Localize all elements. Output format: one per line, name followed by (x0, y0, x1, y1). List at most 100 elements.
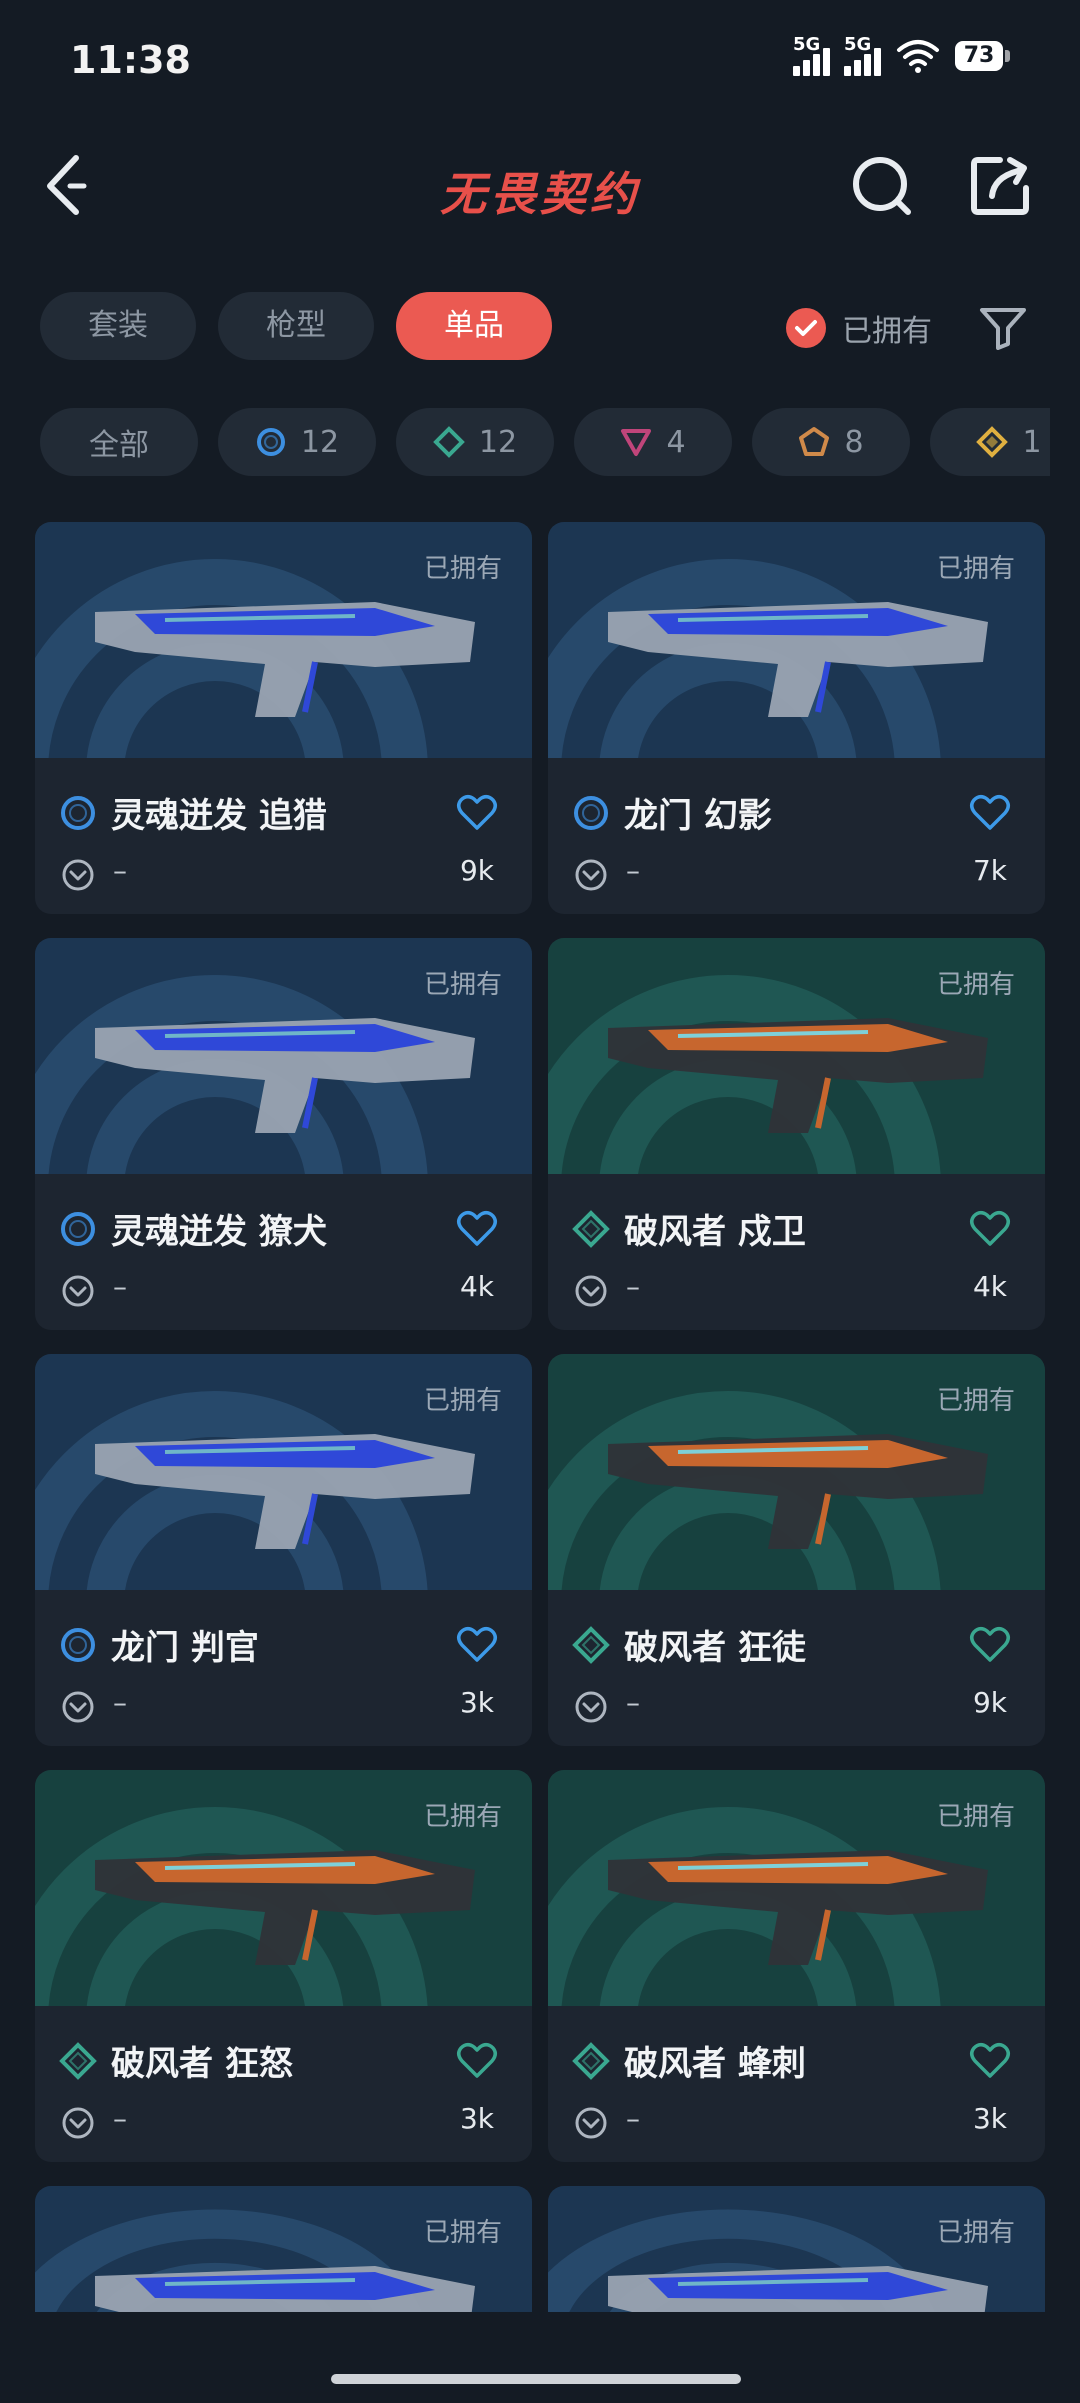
item-image-area: 已拥有 (548, 522, 1045, 758)
circle-tier-icon (574, 796, 608, 830)
favorite-heart-icon[interactable] (969, 1624, 1011, 1664)
favorite-heart-icon[interactable] (969, 792, 1011, 832)
circle-tier-icon (61, 1628, 95, 1662)
category-tabs: 套装 枪型 单品 (40, 292, 552, 360)
page-title: 无畏契约 (440, 167, 640, 221)
item-name: 灵魂迸发 獠犬 (111, 1212, 327, 1252)
owned-label: 已拥有 (936, 2218, 1015, 2248)
chip-all[interactable]: 全部 (40, 408, 198, 476)
item-card[interactable]: 已拥有 龙门 判官 – 3k (35, 1354, 532, 1746)
chevron-badge-icon (62, 859, 94, 891)
item-card[interactable]: 已拥有 龙门 幻影 – 7k (548, 522, 1045, 914)
item-detail: – (113, 854, 127, 887)
circle-tier-icon (61, 796, 95, 830)
item-card[interactable]: 已拥有 破风者 狂徒 – 9k (548, 1354, 1045, 1746)
item-card[interactable]: 已拥有 破风者 戍卫 – 4k (548, 938, 1045, 1330)
item-detail: – (113, 1686, 127, 1719)
favorite-heart-icon[interactable] (456, 2040, 498, 2080)
item-detail: – (113, 1270, 127, 1303)
item-name: 破风者 戍卫 (624, 1212, 806, 1252)
share-icon[interactable] (966, 150, 1036, 220)
item-info: 龙门 判官 – 3k (35, 1590, 532, 1746)
item-info: 破风者 戍卫 – 4k (548, 1174, 1045, 1330)
chevron-badge-icon (575, 859, 607, 891)
owned-label: 已拥有 (423, 970, 502, 1000)
item-info: 灵魂迸发 追猎 – 9k (35, 758, 532, 914)
item-grid: 已拥有 灵魂迸发 追猎 – 9k 已拥有 龙门 幻影 – 7k 已拥有 灵魂迸发… (35, 522, 1045, 2336)
home-indicator[interactable] (331, 2374, 741, 2384)
favorite-heart-icon[interactable] (456, 792, 498, 832)
item-image-area: 已拥有 (35, 522, 532, 758)
chip-tier-blue[interactable]: 12 (218, 408, 376, 476)
item-info: 破风者 蜂刺 – 3k (548, 2006, 1045, 2162)
signal-icon: 5G (793, 34, 830, 76)
wifi-icon (897, 40, 939, 73)
battery-icon: 73 (955, 41, 1010, 71)
app-header: 无畏契约 (0, 120, 1080, 250)
favorite-heart-icon[interactable] (969, 2040, 1011, 2080)
item-name: 破风者 狂怒 (111, 2044, 293, 2084)
owned-filter-label: 已拥有 (842, 314, 932, 349)
like-count: 7k (972, 854, 1007, 887)
chevron-badge-icon (62, 2107, 94, 2139)
item-name: 破风者 狂徒 (624, 1628, 806, 1668)
item-card[interactable]: 已拥有 灵魂迸发 追猎 – 9k (35, 522, 532, 914)
like-count: 4k (972, 1270, 1007, 1303)
item-image-area: 已拥有 (35, 938, 532, 1174)
chip-tier-orange[interactable]: 8 (752, 408, 910, 476)
chevron-badge-icon (575, 1275, 607, 1307)
diamond-tier-icon (572, 2042, 610, 2080)
pentagon-tier-icon (799, 427, 830, 456)
like-count: 9k (459, 854, 494, 887)
like-count: 9k (972, 1686, 1007, 1719)
like-count: 3k (972, 2102, 1007, 2135)
like-count: 3k (459, 2102, 494, 2135)
favorite-heart-icon[interactable] (456, 1624, 498, 1664)
filter-icon[interactable] (978, 306, 1028, 350)
item-image-area: 已拥有 (35, 1354, 532, 1590)
diamond-tier-icon (59, 2042, 97, 2080)
item-detail: – (626, 1686, 640, 1719)
item-info: 灵魂迸发 獠犬 – 4k (35, 1174, 532, 1330)
chevron-badge-icon (62, 1275, 94, 1307)
search-icon[interactable] (848, 150, 918, 220)
owned-label: 已拥有 (936, 1386, 1015, 1416)
chip-tier-pink[interactable]: 4 (574, 408, 732, 476)
owned-label: 已拥有 (423, 2218, 502, 2248)
chevron-badge-icon (575, 2107, 607, 2139)
item-name: 龙门 幻影 (624, 796, 772, 836)
circle-tier-icon (256, 428, 285, 456)
item-info: 龙门 幻影 – 7k (548, 758, 1045, 914)
item-image-area: 已拥有 (548, 1770, 1045, 2006)
item-card[interactable]: 已拥有 破风者 蜂刺 – 3k (548, 1770, 1045, 2162)
status-bar: 11:38 5G 5G 73 (0, 0, 1080, 120)
item-detail: – (626, 1270, 640, 1303)
favorite-heart-icon[interactable] (969, 1208, 1011, 1248)
chip-tier-gold[interactable]: 1 (930, 408, 1050, 476)
owned-filter-toggle[interactable]: 已拥有 (786, 306, 932, 350)
item-detail: – (113, 2102, 127, 2135)
item-image-area: 已拥有 (548, 938, 1045, 1174)
gold-diamond-tier-icon (976, 426, 1009, 458)
diamond-tier-icon (572, 1210, 610, 1248)
tab-weapon-type[interactable]: 枪型 (218, 292, 374, 360)
bottom-safe-area (0, 2312, 1080, 2403)
chip-tier-green[interactable]: 12 (396, 408, 554, 476)
like-count: 4k (459, 1270, 494, 1303)
tab-bundle[interactable]: 套装 (40, 292, 196, 360)
owned-label: 已拥有 (936, 1802, 1015, 1832)
rarity-chips: 全部 12 12 4 8 1 (40, 408, 1050, 476)
owned-label: 已拥有 (423, 1386, 502, 1416)
signal-icon: 5G (844, 34, 881, 76)
favorite-heart-icon[interactable] (456, 1208, 498, 1248)
item-card[interactable]: 已拥有 灵魂迸发 獠犬 – 4k (35, 938, 532, 1330)
owned-label: 已拥有 (936, 554, 1015, 584)
triangle-tier-icon (621, 429, 652, 456)
item-card[interactable]: 已拥有 破风者 狂怒 – 3k (35, 1770, 532, 2162)
item-name: 龙门 判官 (111, 1628, 259, 1668)
chevron-badge-icon (62, 1691, 94, 1723)
tab-single-item[interactable]: 单品 (396, 292, 552, 360)
diamond-tier-icon (572, 1626, 610, 1664)
owned-label: 已拥有 (936, 970, 1015, 1000)
item-name: 破风者 蜂刺 (624, 2044, 806, 2084)
